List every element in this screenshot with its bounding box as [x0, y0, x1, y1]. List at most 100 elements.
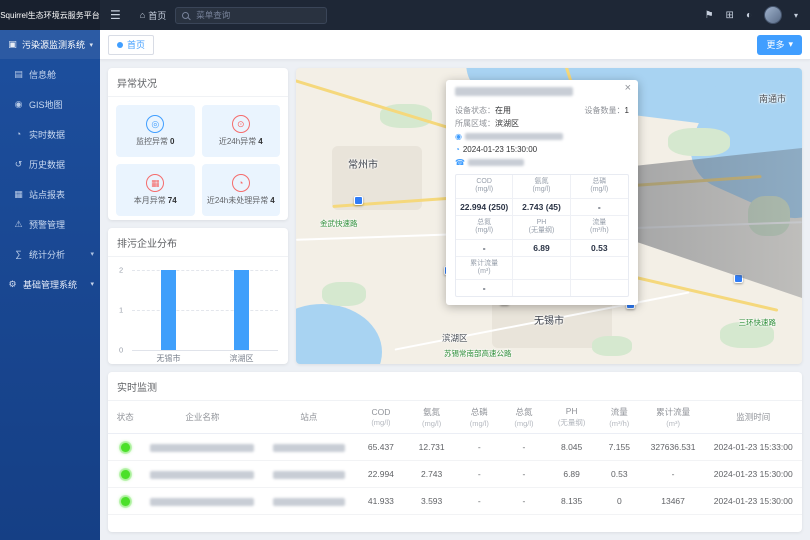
topbar: Squirrel生态环境云服务平台 ☰ ⌂ 首页 ⚑ ⊞ ◐ ▾: [0, 0, 810, 30]
cod-cell: 22.994: [356, 461, 407, 488]
tab-home[interactable]: 首页: [108, 35, 154, 55]
metric-unit: (mg/l): [514, 186, 568, 194]
stat-tile-24h-unhandled[interactable]: ◔ 近24h未处理异常4: [202, 164, 281, 216]
col-company: 企业名称: [142, 401, 262, 434]
y-axis-tick: 2: [119, 266, 123, 275]
x-axis-label: 滨湖区: [230, 353, 254, 364]
warning-icon: ⚠: [13, 219, 24, 230]
tp-cell: -: [457, 488, 502, 515]
redacted-address: [465, 133, 563, 140]
station-cell: [262, 461, 355, 488]
history-icon: ↺: [13, 159, 24, 170]
time-cell: 2024-01-23 15:30:00: [705, 461, 802, 488]
metric-name: 总磷: [572, 178, 627, 186]
status-cell: [108, 461, 142, 488]
avatar[interactable]: [764, 6, 782, 24]
pending-clock-icon: ◔: [232, 174, 250, 192]
sidebar-item-history-data[interactable]: ↺ 历史数据: [0, 149, 100, 179]
table-row[interactable]: 41.933 3.593 - - 8.135 0 13467 2024-01-2…: [108, 488, 802, 515]
metric-value-nh3: 2.743 (45): [513, 198, 570, 215]
station-marker[interactable]: [354, 196, 363, 205]
table-row[interactable]: 22.994 2.743 - - 6.89 0.53 - 2024-01-23 …: [108, 461, 802, 488]
park-area: [592, 336, 632, 356]
stat-tile-monitor-abnormal[interactable]: ◎ 监控异常0: [116, 105, 195, 157]
realtime-monitor-card: 实时监测 状态 企业名称 站点 COD(mg/l) 氨氮(mg/l): [108, 372, 802, 532]
popup-time-row: ◔2024-01-23 15:30:00: [455, 145, 629, 155]
company-cell: [142, 434, 262, 461]
breadcrumb-home[interactable]: ⌂ 首页: [131, 9, 175, 22]
device-status-value: 在用: [495, 106, 511, 115]
metric-header-ph: PH(无量纲): [513, 215, 570, 239]
sidebar-item-station-report[interactable]: ▦ 站点报表: [0, 179, 100, 209]
metric-name: 流量: [572, 219, 627, 227]
dashboard-content: 异常状况 ◎ 监控异常0 ⊙ 近24h异常4: [100, 60, 810, 540]
abnormal-status-card: 异常状况 ◎ 监控异常0 ⊙ 近24h异常4: [108, 68, 288, 220]
stat-tile-month-abnormal[interactable]: ▦ 本月异常74: [116, 164, 195, 216]
sidebar-item-realtime-data[interactable]: ◔ 实时数据: [0, 119, 100, 149]
station-info-popup: × 设备状态：在用 设备数量：1 所属区域：滨湖区: [446, 80, 638, 305]
chart-title: 排污企业分布: [108, 228, 288, 257]
device-status-label: 设备状态：: [455, 106, 495, 115]
gis-map[interactable]: 靖江市 南通市 常州市 无锡市 滨湖区 金武快速路 三环快速路 苏锡常南部高速公…: [296, 68, 802, 364]
sidebar-item-label: GIS地图: [29, 98, 63, 111]
badge-icon[interactable]: ⚑: [705, 10, 714, 21]
area-value: 滨湖区: [495, 119, 519, 128]
clock-icon: ◔: [13, 129, 24, 139]
popup-address-row: ◉: [455, 132, 629, 142]
sidebar-item-label: 历史数据: [29, 158, 65, 171]
sidebar-item-statistics[interactable]: ∑ 统计分析 ▾: [0, 239, 100, 269]
popup-metrics-table: COD(mg/l) 氨氮(mg/l) 总磷(mg/l) 22.994 (250)…: [455, 174, 629, 297]
status-normal-dot: [121, 497, 130, 506]
metric-name: 氨氮: [514, 178, 568, 186]
bar-chart: 2 1 0: [132, 270, 278, 350]
redacted-company-name: [150, 444, 254, 452]
theme-toggle-icon[interactable]: ◐: [746, 10, 752, 21]
x-axis-label: 无锡市: [157, 353, 181, 364]
redacted-company-name: [150, 498, 254, 506]
search-icon: [182, 12, 189, 19]
sidebar-item-label: 基础管理系统: [23, 278, 77, 291]
gridline: [132, 350, 278, 351]
chevron-down-icon: ▾: [89, 41, 93, 49]
hamburger-menu-icon[interactable]: ☰: [100, 8, 131, 22]
total-flow-cell: 13467: [642, 488, 705, 515]
abnormal-tiles: ◎ 监控异常0 ⊙ 近24h异常4 ▦ 本月异常7: [108, 97, 288, 224]
map-icon: ◉: [13, 99, 24, 110]
stat-tile-24h-abnormal[interactable]: ⊙ 近24h异常4: [202, 105, 281, 157]
sidebar-item-gis-map[interactable]: ◉ GIS地图: [0, 89, 100, 119]
sidebar-item-label: 预警管理: [29, 218, 65, 231]
statistics-icon: ∑: [13, 249, 24, 259]
metric-unit: (mg/l): [572, 186, 627, 194]
realtime-monitor-title: 实时监测: [108, 372, 802, 401]
user-menu-caret-icon[interactable]: ▾: [794, 11, 798, 20]
chevron-down-icon: ▾: [788, 39, 793, 50]
menu-search-input[interactable]: [194, 9, 320, 21]
apps-grid-icon[interactable]: ⊞: [726, 10, 734, 21]
flow-cell: 7.155: [597, 434, 642, 461]
device-count-label: 设备数量：: [585, 106, 625, 115]
sidebar-system-title[interactable]: ▣ 污染源监测系统 ▾: [0, 30, 100, 59]
metric-value-flow: 0.53: [571, 239, 628, 256]
company-cell: [142, 488, 262, 515]
breadcrumb-home-label: 首页: [148, 9, 166, 22]
total-flow-cell: -: [642, 461, 705, 488]
table-row[interactable]: 65.437 12.731 - - 8.045 7.155 327636.531…: [108, 434, 802, 461]
sidebar-item-info-cabin[interactable]: ▤ 信息舱: [0, 59, 100, 89]
map-label-binhu: 滨湖区: [442, 332, 468, 344]
device-address: ◉: [455, 132, 563, 142]
gear-icon: ⚙: [7, 279, 18, 290]
brand-logo: Squirrel生态环境云服务平台: [0, 0, 100, 30]
close-icon[interactable]: ×: [625, 83, 631, 94]
nh3-cell: 12.731: [406, 434, 457, 461]
tn-cell: -: [502, 488, 547, 515]
area-label: 所属区域：: [455, 119, 495, 128]
more-button[interactable]: 更多 ▾: [757, 35, 802, 55]
sidebar-item-base-management[interactable]: ⚙ 基础管理系统 ▾: [0, 269, 100, 299]
map-label-road: 金武快速路: [320, 218, 358, 229]
ph-cell: 8.135: [546, 488, 597, 515]
sidebar-item-alert-management[interactable]: ⚠ 预警管理: [0, 209, 100, 239]
metric-header-total-flow: 累计流量(m³): [456, 256, 513, 280]
enterprise-distribution-card: 排污企业分布 2 1 0 无锡市 滨湖区: [108, 228, 288, 364]
monitor-abnormal-icon: ◎: [146, 115, 164, 133]
redacted-phone: [468, 159, 524, 166]
